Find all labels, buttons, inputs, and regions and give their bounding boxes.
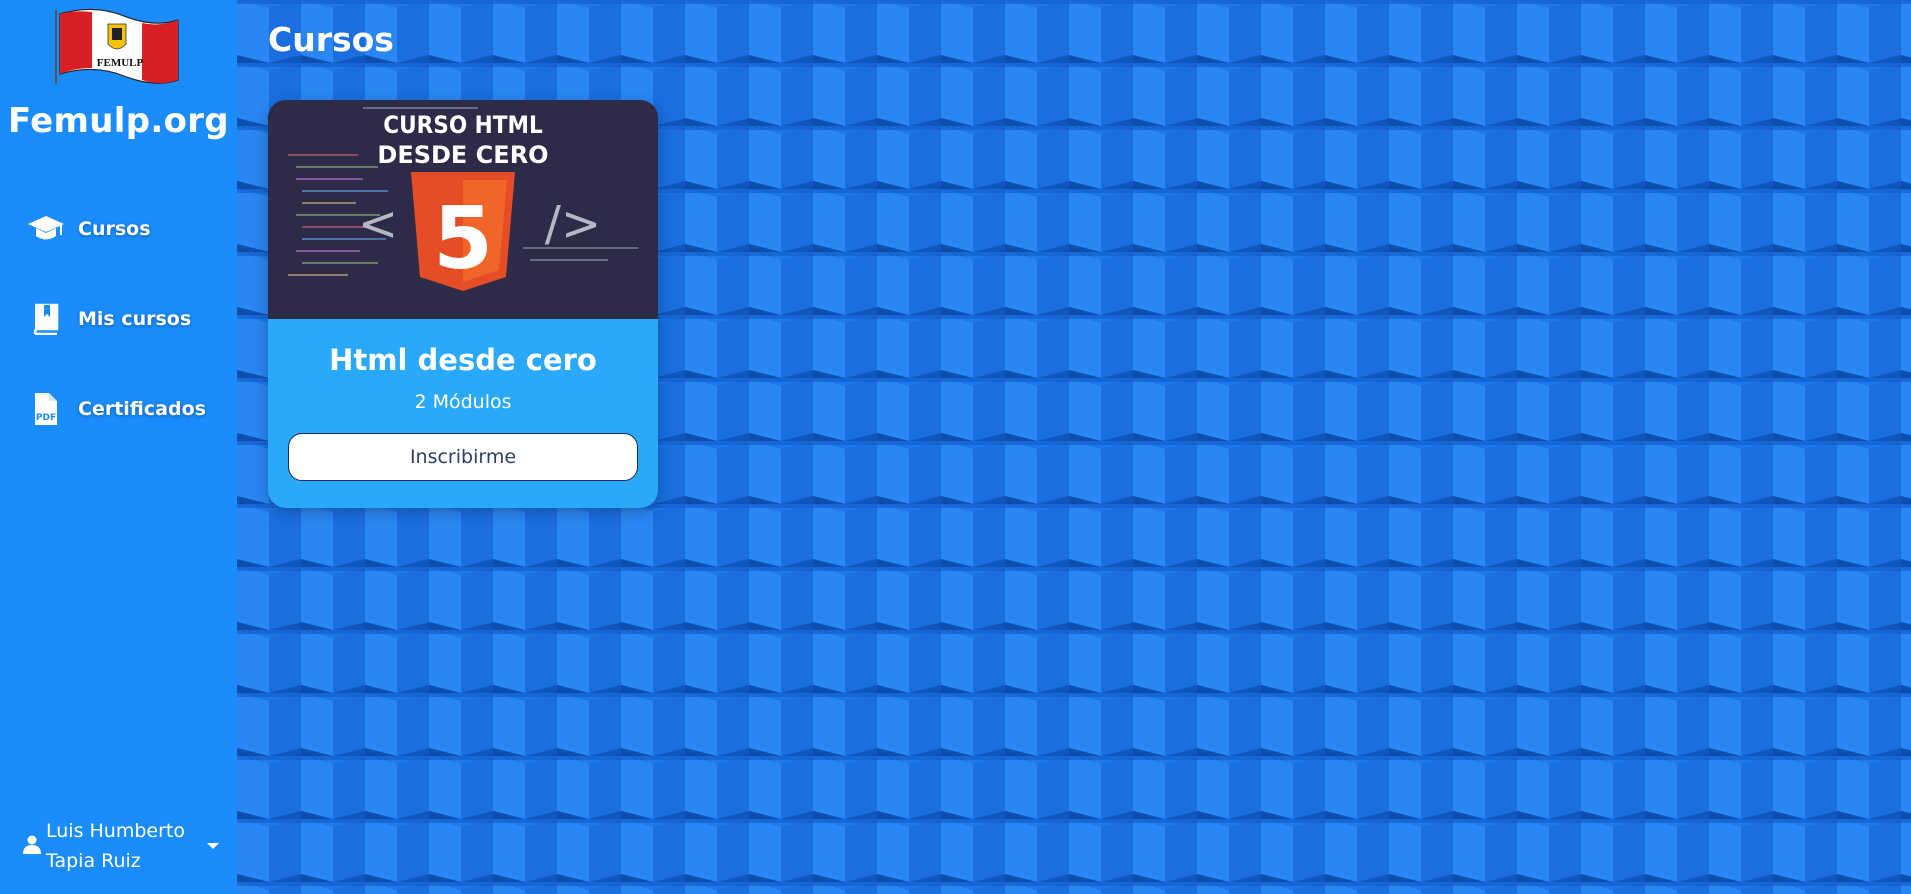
brand-title[interactable]: Femulp.org: [0, 100, 237, 150]
user-icon: [22, 834, 42, 859]
course-card[interactable]: CURSO HTML DESDE CERO < /> 5 Html desde …: [268, 100, 658, 508]
bookmark-book-icon: [26, 299, 66, 339]
sidebar-item-cursos[interactable]: Cursos: [0, 184, 237, 274]
course-image-line2: DESDE CERO: [377, 141, 548, 169]
caret-down-icon[interactable]: [206, 837, 220, 855]
sidebar-item-mis-cursos[interactable]: Mis cursos: [0, 274, 237, 364]
logo-text: FEMULP: [96, 57, 143, 69]
sidebar-nav: Cursos Mis cursos PDF Certificados: [0, 184, 237, 454]
peru-flag-logo-icon: FEMULP: [54, 8, 179, 84]
pdf-file-icon: PDF: [26, 389, 66, 429]
sidebar-item-label: Certificados: [78, 398, 206, 420]
page-title: Cursos: [268, 20, 394, 59]
svg-text:PDF: PDF: [36, 413, 56, 423]
course-image-right: />: [545, 196, 601, 252]
sidebar-item-label: Mis cursos: [78, 308, 192, 330]
logo[interactable]: FEMULP: [0, 0, 237, 100]
course-image-left: <: [358, 196, 398, 252]
course-image-glyph: 5: [433, 189, 493, 289]
user-menu[interactable]: Luis Humberto Tapia Ruiz: [0, 816, 237, 876]
course-title[interactable]: Html desde cero: [268, 343, 658, 377]
course-card-body: Html desde cero 2 Módulos Inscribirme: [268, 343, 658, 481]
enroll-button[interactable]: Inscribirme: [288, 433, 638, 481]
sidebar-item-certificados[interactable]: PDF Certificados: [0, 364, 237, 454]
sidebar: FEMULP Femulp.org Cursos Mis cursos PDF …: [0, 0, 237, 894]
sidebar-item-label: Cursos: [78, 218, 151, 240]
course-modules: 2 Módulos: [414, 391, 512, 413]
course-image: CURSO HTML DESDE CERO < /> 5: [268, 100, 658, 319]
graduation-cap-icon: [26, 209, 66, 249]
user-name: Luis Humberto Tapia Ruiz: [46, 820, 185, 872]
course-image-line1: CURSO HTML: [383, 111, 543, 139]
main-content: Cursos CURSO HTML DESDE CERO < /> 5 Html…: [237, 0, 1911, 894]
